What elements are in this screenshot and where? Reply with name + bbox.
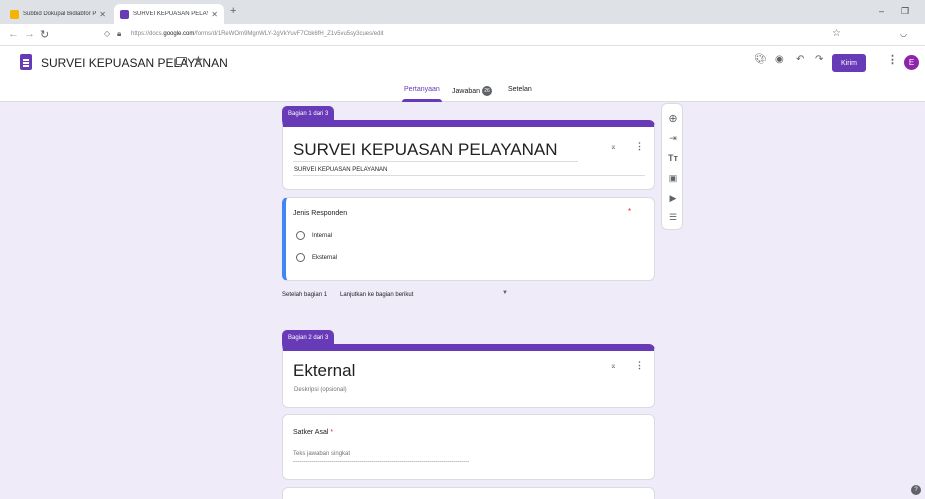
preview-eye-icon[interactable]: ◉ [775, 54, 784, 65]
section-description[interactable]: SURVEI KEPUASAN PELAYANAN [294, 167, 387, 173]
dropdown-arrow-icon[interactable]: ▼ [502, 290, 508, 296]
option-label[interactable]: Eksternal [312, 255, 337, 261]
blogger-favicon-icon [10, 9, 19, 19]
radio-option-eksternal[interactable] [296, 253, 305, 262]
add-title-icon[interactable]: Tт [662, 153, 684, 163]
question-title[interactable]: Satker Asal * [293, 429, 333, 436]
browser-tab-2[interactable]: SURVEI KEPUASAN PELAYANAN ✕ [114, 4, 224, 24]
reload-icon[interactable]: ↻ [40, 28, 49, 41]
browser-tab-title: SURVEI KEPUASAN PELAYANAN [133, 11, 209, 17]
tab-questions[interactable]: Pertanyaan [404, 86, 440, 93]
section-title[interactable]: SURVEI KEPUASAN PELAYANAN [293, 140, 558, 160]
avatar[interactable]: E [904, 55, 919, 70]
required-marker: * [628, 207, 632, 216]
add-question-icon[interactable]: ⊕ [662, 112, 684, 125]
form-tabs: Pertanyaan Jawaban 26 Setelan [0, 84, 925, 102]
maximize-button[interactable]: ❐ [901, 6, 909, 17]
after-section-label: Setelah bagian 1 [282, 292, 328, 298]
browser-tab-title: Subbid Dokupal Bidlabfor Polri [23, 11, 97, 17]
url-field[interactable]: https://docs.google.com/forms/d/1ReWOm9M… [131, 31, 383, 37]
forms-favicon-icon [120, 9, 129, 19]
add-image-icon[interactable]: ▣ [662, 173, 684, 184]
section-description[interactable]: Deskripsi (opsional) [294, 387, 347, 393]
add-video-icon[interactable]: ▶ [662, 193, 684, 204]
send-button[interactable]: Kirim [832, 54, 866, 72]
close-tab-icon[interactable]: ✕ [99, 10, 106, 19]
more-options-icon[interactable]: ⋮ [887, 53, 898, 66]
tab-settings[interactable]: Setelan [508, 86, 532, 93]
question-title[interactable]: Jenis Responden [293, 210, 347, 217]
back-icon[interactable]: ← [8, 28, 19, 40]
question-card[interactable]: Jenis Responden * Internal Eksternal [282, 197, 655, 281]
floating-toolbar: ⊕ ⇥ Tт ▣ ▶ ☰ [661, 103, 683, 230]
more-options-icon[interactable]: ⋮ [635, 360, 644, 371]
collapse-icon[interactable]: ⌅ [610, 361, 617, 370]
close-tab-icon[interactable]: ✕ [211, 10, 218, 19]
undo-icon[interactable]: ↶ [796, 54, 804, 65]
section-header-card[interactable]: Ekternal Deskripsi (opsional) ⌅ ⋮ [282, 344, 655, 408]
question-card[interactable]: Satker Asal * Teks jawaban singkat [282, 414, 655, 480]
radio-option-internal[interactable] [296, 231, 305, 240]
help-icon[interactable]: ? [911, 485, 921, 495]
add-section-icon[interactable]: ☰ [662, 212, 684, 223]
shield-icon[interactable]: ◇ [104, 29, 110, 38]
section-title[interactable]: Ekternal [293, 361, 355, 381]
bookmark-star-icon[interactable]: ☆ [832, 28, 841, 39]
option-label[interactable]: Internal [312, 233, 332, 239]
more-options-icon[interactable]: ⋮ [635, 141, 644, 152]
active-tab-indicator [402, 99, 442, 102]
star-icon[interactable]: ★ [193, 53, 204, 67]
pocket-icon[interactable]: ◡ [900, 29, 907, 38]
after-section-dropdown[interactable]: Lanjutkan ke bagian berikut [340, 292, 413, 298]
address-bar: ← → ↻ ◇ 🔒︎ https://docs.google.com/forms… [0, 24, 925, 46]
section-header-card[interactable]: SURVEI KEPUASAN PELAYANAN SURVEI KEPUASA… [282, 120, 655, 190]
new-tab-button[interactable]: + [230, 5, 236, 17]
folder-icon[interactable] [176, 57, 187, 65]
redo-icon[interactable]: ↷ [815, 54, 823, 65]
short-answer-placeholder: Teks jawaban singkat [293, 451, 351, 457]
collapse-icon[interactable]: ⌅ [610, 142, 617, 151]
browser-tab-strip: Subbid Dokupal Bidlabfor Polri ✕ SURVEI … [0, 0, 925, 24]
response-count-badge: 26 [482, 86, 493, 96]
lock-icon[interactable]: 🔒︎ [117, 29, 121, 39]
forward-icon[interactable]: → [24, 28, 35, 40]
question-card[interactable] [282, 487, 655, 499]
short-answer-line [293, 461, 469, 462]
tab-responses[interactable]: Jawaban 26 [452, 86, 493, 96]
divider [293, 175, 645, 176]
divider [293, 161, 578, 162]
import-questions-icon[interactable]: ⇥ [662, 133, 684, 144]
browser-tab-1[interactable]: Subbid Dokupal Bidlabfor Polri ✕ [4, 4, 112, 24]
forms-logo-icon[interactable] [20, 54, 32, 70]
minimize-button[interactable]: – [879, 6, 884, 16]
palette-icon[interactable]: 🎨︎ [754, 54, 767, 65]
forms-header: SURVEI KEPUASAN PELAYANAN ★ 🎨︎ ◉ ↶ ↷ Kir… [0, 46, 925, 102]
